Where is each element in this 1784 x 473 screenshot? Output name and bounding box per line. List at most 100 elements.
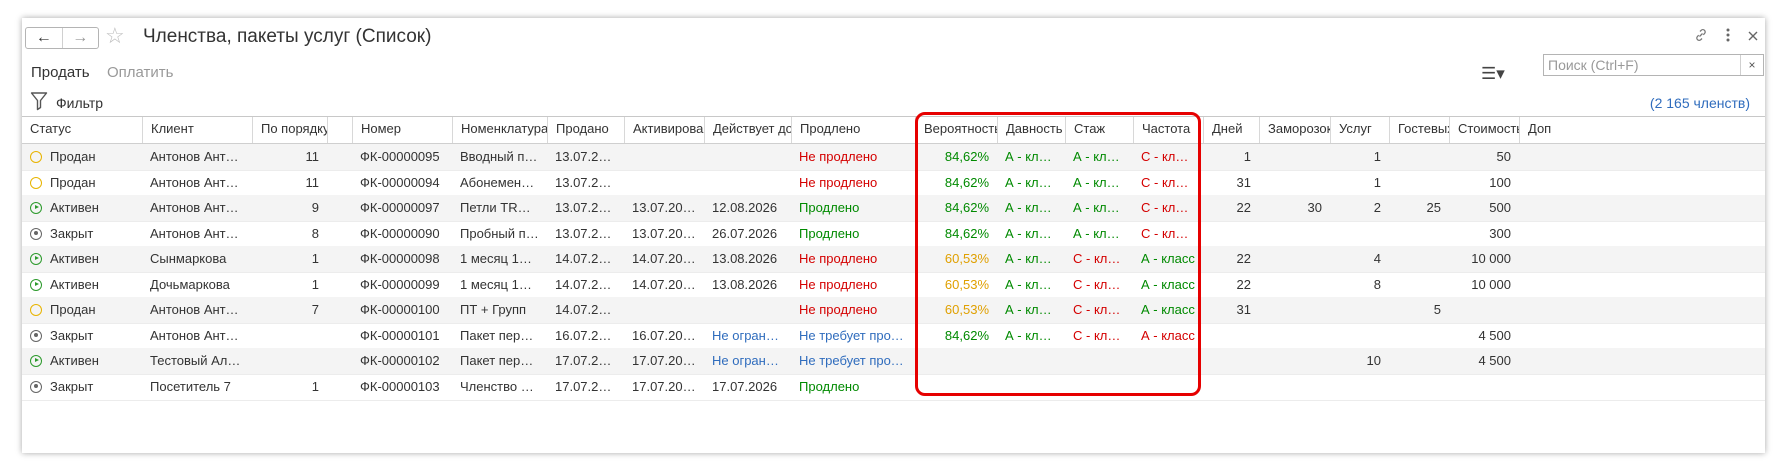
cell-extended: Продлено bbox=[799, 200, 860, 215]
cell-extended: Не продлено bbox=[799, 276, 878, 292]
cell-freezes bbox=[1259, 297, 1330, 323]
table-row[interactable]: Закрыт Антонов Антон ... 8 ФК-00000090 Пробн… bbox=[22, 221, 1765, 248]
filter-icon[interactable] bbox=[30, 91, 48, 111]
cell-frequency bbox=[1133, 374, 1203, 400]
header-col-probability[interactable]: Вероятность bbox=[915, 117, 997, 143]
cell-guests: 25 bbox=[1426, 200, 1441, 215]
cell-recency: А - класс bbox=[1005, 276, 1059, 292]
cell-tenure: С - класс bbox=[1073, 276, 1128, 292]
cell-number: ФК-00000099 bbox=[360, 276, 440, 292]
cell-recency: А - класс bbox=[1005, 327, 1059, 343]
table-row[interactable]: Активен Дочьмаркова 1 ФК-00000099 1 месяц 12… bbox=[22, 272, 1765, 299]
header-col-frequency[interactable]: Частота bbox=[1133, 117, 1203, 143]
cell-services: 8 bbox=[1373, 276, 1381, 292]
cell-number: ФК-00000103 bbox=[360, 378, 440, 394]
cell-valid-until: 17.07.2026 bbox=[712, 378, 778, 394]
status-text: Активен bbox=[50, 276, 99, 292]
header-col-valid-until[interactable]: Действует до bbox=[704, 117, 791, 143]
header-col-tenure[interactable]: Стаж bbox=[1065, 117, 1133, 143]
status-sold-icon bbox=[30, 304, 42, 316]
header-col-freezes[interactable]: Заморозок bbox=[1259, 117, 1330, 143]
table-row[interactable]: Закрыт Посетитель 7 1 ФК-00000103 Членство 1… bbox=[22, 374, 1765, 401]
cell-days: 31 bbox=[1236, 302, 1251, 317]
more-menu-button[interactable]: ☰▾ bbox=[1481, 64, 1505, 84]
search-clear-button[interactable]: × bbox=[1740, 55, 1763, 75]
cell-client: Антонов Антон ... bbox=[150, 174, 252, 190]
cell-number: ФК-00000095 bbox=[360, 149, 440, 164]
header-col-sold[interactable]: Продано bbox=[547, 117, 624, 143]
table-row[interactable]: Продан Антонов Антон ... 11 ФК-00000094 Абон… bbox=[22, 170, 1765, 197]
cell-client: Посетитель 7 bbox=[150, 378, 231, 394]
table-row[interactable]: Активен Сынмаркова 1 ФК-00000098 1 месяц 12 … bbox=[22, 246, 1765, 273]
cell-frequency: А - класс bbox=[1141, 302, 1195, 317]
cell-cost: 300 bbox=[1489, 225, 1511, 241]
cell-sold: 14.07.2026 bbox=[555, 276, 621, 292]
table-row[interactable]: Активен Антонов Антон ... 9 ФК-00000097 Петл… bbox=[22, 195, 1765, 222]
cell-valid-until: Не огранич... bbox=[712, 327, 791, 343]
status-sold-icon bbox=[30, 151, 42, 163]
header-col-client[interactable]: Клиент bbox=[142, 117, 252, 143]
forward-button[interactable]: → bbox=[61, 28, 99, 48]
cell-cost: 500 bbox=[1489, 200, 1511, 215]
cell-days: 22 bbox=[1236, 276, 1251, 292]
cell-freezes bbox=[1259, 348, 1330, 374]
cell-services: 10 bbox=[1366, 353, 1381, 368]
cell-freezes bbox=[1259, 272, 1330, 298]
header-col-number[interactable]: Номер bbox=[352, 117, 452, 143]
cell-status: Продан bbox=[22, 297, 142, 323]
cell-frequency: С - класс bbox=[1141, 174, 1196, 190]
table-row[interactable]: Активен Тестовый Алина ФК-00000102 Пакет пе… bbox=[22, 348, 1765, 375]
header-col-nomenclature[interactable]: Номенклатура bbox=[452, 117, 547, 143]
cell-days: 22 bbox=[1236, 251, 1251, 266]
more-vertical-icon[interactable] bbox=[1725, 27, 1731, 48]
cell-valid-until bbox=[704, 170, 791, 196]
cell-number: ФК-00000097 bbox=[360, 200, 440, 215]
cell-extended: Не требует продле... bbox=[799, 353, 915, 368]
cell-recency: А - класс bbox=[1005, 174, 1059, 190]
cell-tenure: А - класс bbox=[1073, 200, 1127, 215]
search-input[interactable] bbox=[1544, 55, 1742, 75]
filter-label[interactable]: Фильтр bbox=[56, 95, 103, 111]
cell-client: Антонов Антон ... bbox=[150, 327, 252, 343]
header-col-blank[interactable] bbox=[327, 117, 352, 143]
header-col-services[interactable]: Услуг bbox=[1330, 117, 1389, 143]
pay-button[interactable]: Оплатить bbox=[107, 64, 174, 81]
header-col-extended[interactable]: Продлено bbox=[791, 117, 915, 143]
status-text: Закрыт bbox=[50, 327, 94, 343]
header-col-status[interactable]: Статус bbox=[22, 117, 142, 143]
cell-nomenclature: Пакет персонал... bbox=[460, 353, 547, 368]
star-icon[interactable]: ☆ bbox=[105, 24, 125, 48]
record-count[interactable]: (2 165 членств) bbox=[1650, 95, 1750, 111]
cell-nomenclature: Пакет персонал... bbox=[460, 327, 547, 343]
back-button[interactable]: ← bbox=[26, 28, 62, 48]
header-col-cost[interactable]: Стоимость bbox=[1449, 117, 1519, 143]
table-row[interactable]: Продан Антонов Антон ... 7 ФК-00000100 ПТ + … bbox=[22, 297, 1765, 324]
header-col-guests[interactable]: Гостевых bbox=[1389, 117, 1449, 143]
cell-services bbox=[1330, 323, 1389, 349]
cell-recency: А - класс bbox=[1005, 225, 1059, 241]
cell-activated: 13.07.2026 bbox=[632, 200, 698, 215]
table-row[interactable]: Продан Антонов Антон ... 11 ФК-00000095 Ввод… bbox=[22, 144, 1765, 171]
status-active-icon bbox=[30, 202, 42, 214]
cell-nomenclature: 1 месяц 12 пос... bbox=[460, 276, 547, 292]
cell-extended: Не продлено bbox=[799, 251, 878, 266]
cell-status: Активен bbox=[22, 246, 142, 272]
header-col-activated[interactable]: Активирован bbox=[624, 117, 704, 143]
header-col-extra[interactable]: Доп bbox=[1519, 117, 1582, 143]
cell-client: Антонов Антон ... bbox=[150, 225, 252, 241]
header-col-days[interactable]: Дней bbox=[1203, 117, 1259, 143]
cell-cost bbox=[1449, 297, 1519, 323]
cell-number: ФК-00000094 bbox=[360, 174, 440, 190]
cell-cost: 4 500 bbox=[1478, 353, 1511, 368]
header-col-recency[interactable]: Давность bbox=[997, 117, 1065, 143]
sell-button[interactable]: Продать bbox=[31, 64, 90, 81]
cell-order bbox=[252, 348, 327, 374]
table-row[interactable]: Закрыт Антонов Антон ... ФК-00000101 Пакет … bbox=[22, 323, 1765, 350]
cell-guests bbox=[1389, 374, 1449, 400]
page-title: Членства, пакеты услуг (Список) bbox=[143, 26, 432, 47]
cell-activated bbox=[624, 170, 704, 196]
link-icon[interactable] bbox=[1693, 27, 1709, 48]
cell-cost: 100 bbox=[1489, 174, 1511, 190]
close-icon[interactable] bbox=[1747, 29, 1759, 47]
header-col-order[interactable]: По порядку bbox=[252, 117, 327, 143]
